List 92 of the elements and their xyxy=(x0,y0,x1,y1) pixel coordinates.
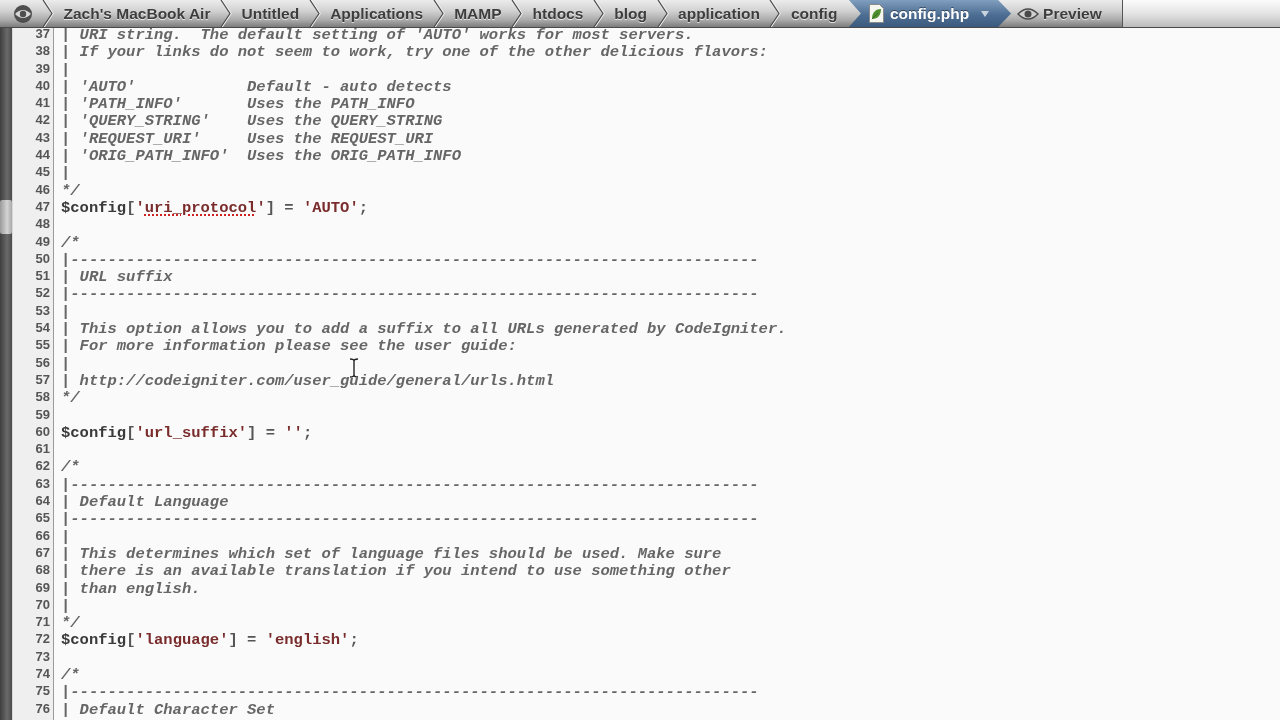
breadcrumb-item[interactable]: config.php xyxy=(848,0,1012,27)
line-number: 41 xyxy=(35,94,50,112)
line-number: 59 xyxy=(35,405,50,423)
code-line: |-------------------------------------------------------------------------- xyxy=(61,684,759,702)
line-number: 39 xyxy=(35,59,50,77)
line-number: 74 xyxy=(35,665,50,683)
code-line: /* xyxy=(61,234,80,252)
code-line: | there is an available translation if you intend to use something other xyxy=(61,563,731,581)
line-number: 65 xyxy=(35,509,50,527)
eye-disc-icon[interactable] xyxy=(12,3,34,24)
code-line: | xyxy=(61,165,71,183)
code-line: | Default Character Set xyxy=(61,701,275,719)
breadcrumb-item[interactable]: config xyxy=(781,0,847,27)
line-number: 63 xyxy=(35,474,50,492)
line-number: 60 xyxy=(35,422,50,441)
line-number: 50 xyxy=(35,249,50,268)
line-number: 52 xyxy=(35,284,50,302)
code-line: | 'REQUEST_URI' Uses the REQUEST_URI xyxy=(61,130,434,149)
code-line: |-------------------------------------------------------------------------- xyxy=(61,251,759,270)
code-line: | 'AUTO' Default - auto detects xyxy=(61,78,452,97)
code-line: */ xyxy=(61,390,80,408)
line-number: 75 xyxy=(35,682,50,700)
line-number: 48 xyxy=(35,215,50,233)
breadcrumb-item[interactable]: htdocs xyxy=(523,0,593,27)
code-line: | URL suffix xyxy=(61,269,173,287)
line-number: 61 xyxy=(35,440,50,458)
file-icon xyxy=(868,4,884,23)
code-line: | This determines which set of language files should be used. Make sure xyxy=(61,545,722,564)
breadcrumb-item[interactable]: Zach's MacBook Air xyxy=(54,0,220,27)
line-number: 49 xyxy=(35,232,50,250)
line-number: 43 xyxy=(35,128,50,147)
code-line: | This option allows you to add a suffix to all URLs generated by CodeIgniter. xyxy=(61,321,787,339)
code-line: |-------------------------------------------------------------------------- xyxy=(61,511,759,529)
preview-button[interactable]: Preview xyxy=(1011,0,1112,27)
code-line: | For more information please see the user guide: xyxy=(61,338,517,356)
line-number: 56 xyxy=(35,353,50,371)
code-line: | xyxy=(61,303,71,322)
line-number: 44 xyxy=(35,146,50,164)
line-number: 72 xyxy=(35,630,50,648)
line-number: 69 xyxy=(35,578,50,596)
line-number: 55 xyxy=(35,336,50,354)
code-line: | xyxy=(61,528,71,546)
code-line: |-------------------------------------------------------------------------- xyxy=(61,476,759,494)
line-number: 42 xyxy=(35,111,50,129)
line-number: 70 xyxy=(35,595,50,614)
code-line: | xyxy=(61,61,71,79)
code-line: $config['url_suffix'] = ''; xyxy=(61,424,313,443)
line-number: 47 xyxy=(35,197,50,216)
line-number: 76 xyxy=(35,699,50,717)
code-line: | 'ORIG_PATH_INFO' Uses the ORIG_PATH_INFO xyxy=(61,148,461,166)
code-line: |-------------------------------------------------------------------------- xyxy=(61,286,759,304)
code-line: | 'QUERY_STRING' Uses the QUERY_STRING xyxy=(61,113,443,131)
code-line: | http://codeigniter.com/user_guide/general/urls.html xyxy=(61,372,554,391)
line-number: 38 xyxy=(35,42,50,60)
code-line: $config['uri_protocol'] = 'AUTO'; xyxy=(61,199,369,218)
line-number: 68 xyxy=(35,561,50,579)
line-number: 64 xyxy=(35,492,50,510)
code-line: | If your links do not seem to work, try one of the other delicious flavors: xyxy=(61,44,768,62)
line-number: 67 xyxy=(35,543,50,562)
line-number: 37 xyxy=(35,28,50,43)
eye-icon xyxy=(1017,6,1040,21)
code-line: | xyxy=(61,597,71,616)
line-number: 45 xyxy=(35,163,50,181)
scrollbar-thumb[interactable] xyxy=(0,200,12,234)
line-number: 73 xyxy=(35,647,50,665)
code-line: /* xyxy=(61,459,80,477)
code-line: | URI string. The default setting of 'AUTO' works for most servers. xyxy=(61,28,694,45)
code-line: | 'PATH_INFO' Uses the PATH_INFO xyxy=(61,96,415,114)
line-number: 66 xyxy=(35,526,50,544)
scrollbar[interactable] xyxy=(0,28,12,720)
code-line: /* xyxy=(61,667,80,685)
code-line: | Default Language xyxy=(61,494,229,512)
code-line: $config['language'] = 'english'; xyxy=(61,632,359,650)
line-number: 71 xyxy=(35,613,50,631)
line-number: 53 xyxy=(35,301,50,320)
line-number: 40 xyxy=(35,76,50,95)
line-number: 46 xyxy=(35,180,50,198)
breadcrumb-item[interactable]: MAMP xyxy=(444,0,512,27)
line-number: 62 xyxy=(35,457,50,475)
line-number: 54 xyxy=(35,319,50,337)
code-line: | xyxy=(61,355,71,373)
code-line: */ xyxy=(61,182,80,200)
code-line: | than english. xyxy=(61,580,201,598)
breadcrumb-item[interactable]: Untitled xyxy=(231,0,309,27)
line-number: 51 xyxy=(35,267,50,285)
line-number: 57 xyxy=(35,370,50,389)
code-line: */ xyxy=(61,615,80,633)
line-number: 58 xyxy=(35,388,50,406)
breadcrumb-item[interactable]: application xyxy=(668,0,770,27)
breadcrumb-item[interactable]: Applications xyxy=(320,0,433,27)
breadcrumb-item[interactable]: blog xyxy=(604,0,657,27)
caret-icon xyxy=(981,10,990,17)
